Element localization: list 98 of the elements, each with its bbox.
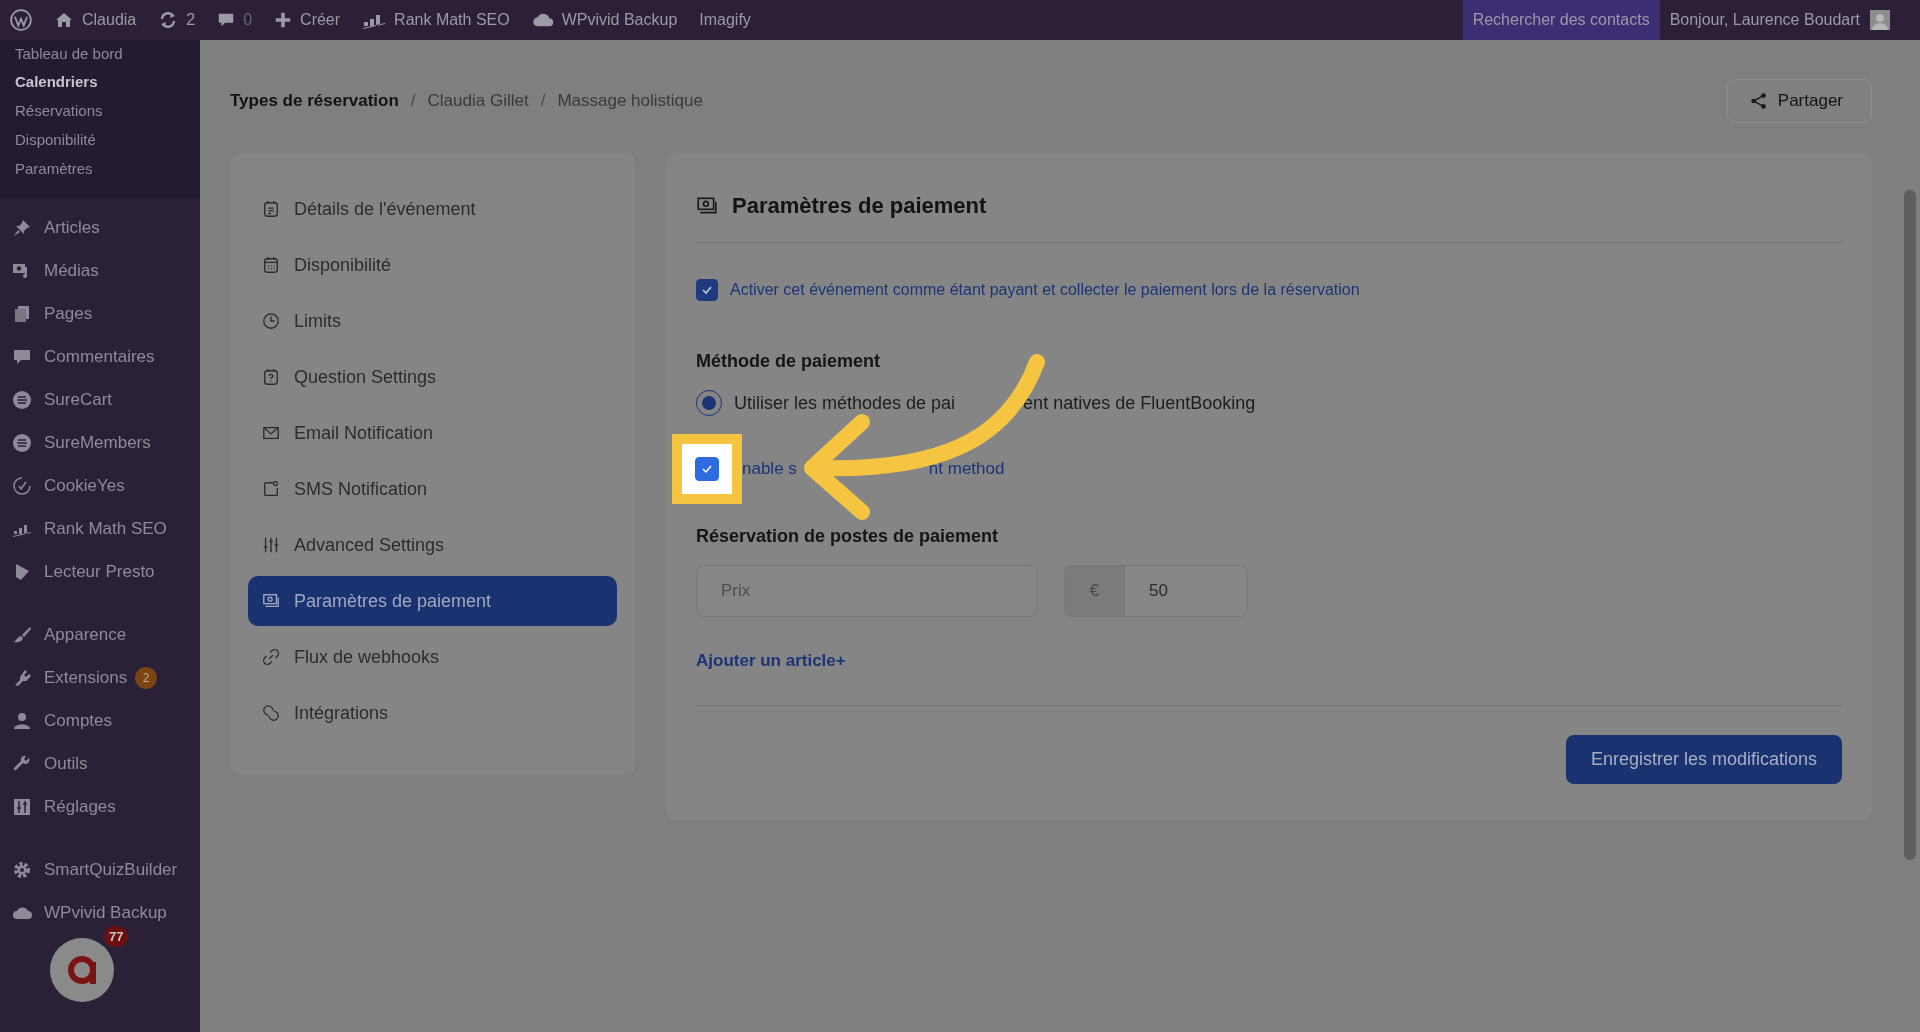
wordpress-logo-icon[interactable] [10, 9, 32, 31]
sidebar-menu-item[interactable]: SureCart [0, 378, 200, 421]
menu-label: Extensions [44, 667, 128, 688]
breadcrumb-link[interactable]: Claudia Gillet [427, 91, 529, 111]
menu-label: Articles [44, 217, 100, 238]
search-contacts-link[interactable]: Rechercher des contacts [1462, 0, 1660, 40]
menu-label: SureCart [44, 389, 113, 410]
radio-label[interactable]: ent natives de FluentBooking [1023, 392, 1256, 414]
menu-label: CookieYes [44, 475, 125, 496]
checkbox[interactable] [696, 279, 718, 301]
sidebar-menu-item[interactable]: Lecteur Presto [0, 550, 200, 593]
checkmark-icon [701, 284, 713, 296]
sidebar-menu-item[interactable]: SmartQuizBuilder [0, 848, 200, 891]
sidebar-menu-item[interactable]: Apparence [0, 613, 200, 656]
save-button[interactable]: Enregistrer les modifications [1565, 735, 1842, 784]
breadcrumb-link[interactable]: Types de réservation [230, 91, 399, 111]
menu-label: Réglages [44, 796, 116, 817]
sidebar-menu-item[interactable]: SureMembers [0, 421, 200, 464]
settings-nav-item[interactable]: Disponibilité [248, 240, 617, 290]
sidebar-menu-item[interactable]: Comptes [0, 699, 200, 742]
document-icon [262, 200, 280, 218]
settings-nav-item[interactable]: Question Settings [248, 352, 617, 402]
admin-bar-item[interactable]: 0 [217, 11, 253, 29]
checkmark-icon [701, 463, 713, 475]
menu-label: Commentaires [44, 346, 155, 367]
greeting-text[interactable]: Bonjour, Laurence Boudart [1659, 11, 1870, 29]
menu-label: WPvivid Backup [44, 902, 167, 923]
admin-bar-item[interactable]: WPvivid Backup [531, 11, 678, 29]
update-count-badge: 2 [135, 666, 158, 689]
settings-nav-item[interactable]: Paramètres de paiement [248, 576, 617, 626]
check-circle-icon [12, 475, 32, 496]
settings-nav-item[interactable]: Limits [248, 296, 617, 346]
rings-icon [262, 704, 280, 722]
settings-nav-item[interactable]: Détails de l'événement [248, 184, 617, 234]
user-icon [12, 710, 32, 731]
admin-bar-item[interactable]: 2 [158, 10, 196, 30]
notification-badge: 77 [104, 926, 129, 947]
menu-label: Pages [44, 303, 93, 324]
cloud-icon [531, 12, 554, 28]
sidebar-menu-item[interactable]: Outils [0, 742, 200, 785]
share-icon [1749, 92, 1768, 110]
admin-bar-item[interactable]: Rank Math SEO [362, 10, 510, 30]
price-field[interactable]: 50 [1124, 565, 1248, 617]
settings-nav-item[interactable]: Email Notification [248, 408, 617, 458]
menu-label: Lecteur Presto [44, 561, 155, 582]
menu-label: Comptes [44, 710, 113, 731]
sidebar-menu-item[interactable]: Rank Math SEO [0, 507, 200, 550]
menu-label: Rank Math SEO [44, 518, 167, 539]
admin-bar-item[interactable]: Imagify [699, 11, 751, 29]
menu-label: SureMembers [44, 432, 151, 453]
link-icon [262, 648, 280, 666]
sidebar-menu-item[interactable]: Extensions 2 [0, 656, 200, 699]
menu-label: Apparence [44, 624, 127, 645]
currency-label: € [1064, 565, 1124, 617]
admin-bar-item[interactable]: Créer [274, 11, 341, 29]
checkbox-label[interactable]: Activer cet événement comme étant payant et collecter le paiement lors de la réservation [730, 281, 1360, 299]
menu-label: Médias [44, 260, 99, 281]
radio-label[interactable]: Utiliser les méthodes de pai [734, 392, 956, 414]
sidebar-menu-item[interactable]: Commentaires [0, 335, 200, 378]
section-heading: Réservation de postes de paiement [696, 526, 1000, 547]
settings-nav-item[interactable]: SMS Notification [248, 464, 617, 514]
plus-icon [274, 11, 293, 29]
panel-title: Paramètres de paiement [732, 193, 987, 219]
pages-icon [12, 303, 32, 324]
sidebar-menu-item[interactable]: Articles [0, 206, 200, 249]
sliders-icon [262, 536, 280, 554]
gear-icon [12, 859, 32, 880]
home-icon [54, 10, 74, 30]
payment-icon [262, 592, 280, 610]
settings-nav-item[interactable]: Intégrations [248, 688, 617, 738]
sidebar-menu-item[interactable]: Médias [0, 249, 200, 292]
admin-bar-item[interactable]: Claudia [54, 10, 137, 30]
settings-nav-item[interactable]: Flux de webhooks [248, 632, 617, 682]
share-button[interactable]: Partager [1726, 79, 1872, 123]
disc-icon [12, 432, 32, 453]
breadcrumb-separator: / [410, 91, 416, 111]
clock-icon [262, 312, 280, 330]
sidebar-menu-item[interactable]: CookieYes [0, 464, 200, 507]
checkbox-label[interactable]: nable s [742, 459, 797, 479]
section-heading: Méthode de paiement [696, 351, 882, 372]
menu-label: SmartQuizBuilder [44, 859, 178, 880]
item-name-field[interactable]: Prix [696, 565, 1038, 617]
add-item-link[interactable]: Ajouter un article+ [696, 651, 846, 671]
mail-icon [262, 424, 280, 442]
sidebar-menu-item[interactable]: Pages [0, 292, 200, 335]
pushpin-icon [12, 217, 32, 238]
checkbox[interactable] [695, 457, 719, 481]
breadcrumb-separator: / [540, 91, 546, 111]
sliders-icon [12, 796, 32, 817]
message-icon [262, 480, 280, 498]
checkbox-label[interactable]: nt method [928, 459, 1005, 479]
breadcrumb-link[interactable]: Massage holistique [557, 91, 703, 111]
sidebar-menu-item[interactable]: Réglages [0, 785, 200, 828]
settings-nav-item[interactable]: Advanced Settings [248, 520, 617, 570]
disc-icon [12, 389, 32, 410]
question-icon [262, 368, 280, 386]
menu-label: Outils [44, 753, 88, 774]
calendar-icon [262, 256, 280, 274]
